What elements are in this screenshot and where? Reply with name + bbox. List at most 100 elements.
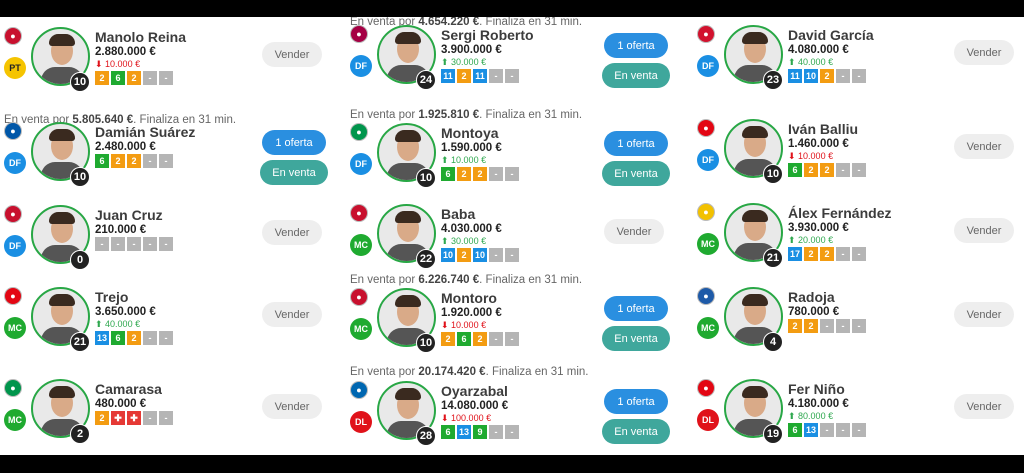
player-name[interactable]: Iván Balliu [788,121,858,137]
position-badge: MC [350,318,372,340]
avatar-hair [395,130,421,142]
sell-button[interactable]: Vender [262,302,322,327]
points-history: 22--- [788,319,866,333]
points-box: - [143,71,157,85]
points-box: - [143,331,157,345]
player-value: 4.080.000 € [788,44,849,56]
points-box: - [836,423,850,437]
points-history: 622-- [95,154,173,168]
points-box: 6 [95,154,109,168]
player-card[interactable]: ● DF 10 Montoya 1.590.000 € ⬆ 10.000 €6 2 2- -1 … [350,123,670,199]
player-value: 2.880.000 € [95,46,156,58]
player-card[interactable]: ● DF 23 David García 4.080.000 € ⬆ 40.000 € 11… [697,25,1017,101]
points-box: 2 [804,247,818,261]
points-history: 622-- [788,163,866,177]
player-name[interactable]: Montoro [441,290,497,306]
on-sale-button[interactable]: En venta [602,161,670,186]
points-history: 262-- [95,71,173,85]
player-name[interactable]: Manolo Reina [95,29,186,45]
position-badge: DF [4,152,26,174]
sell-button[interactable]: Vender [954,302,1014,327]
player-name[interactable]: Camarasa [95,381,162,397]
sell-button[interactable]: Vender [604,219,664,244]
points-history: 11 2 11- - [441,69,519,83]
position-badge: MC [697,317,719,339]
sell-button[interactable]: Vender [262,42,322,67]
player-number-badge: 10 [763,164,783,184]
player-value: 1.920.000 € [441,307,502,319]
value-change: ⬆ 20.000 € [788,235,834,245]
offer-button[interactable]: 1 oferta [262,130,326,155]
player-card[interactable]: ● MC 21 Álex Fernández 3.930.000 € ⬆ 20.000 €… [697,203,1017,279]
points-box: 2 [441,332,455,346]
player-card[interactable]: ● DF 24 Sergi Roberto 3.900.000 € ⬆ 30.000 € 1… [350,25,670,101]
player-card[interactable]: ● MC 22 Baba 4.030.000 € ⬆ 30.000 €10 2 10- - Ven… [350,204,670,280]
points-box: 10 [473,248,487,262]
player-number-badge: 4 [763,332,783,352]
on-sale-button[interactable]: En venta [602,63,670,88]
value-change: ⬆ 10.000 € [441,155,487,165]
player-number-badge: 0 [70,250,90,270]
player-card[interactable]: ● PT 10 Manolo Reina 2.880.000 € ⬇ 10.000 € 2 6… [4,27,324,103]
player-card[interactable]: ● MC 2 Camarasa 480.000 €2 ✚ ✚ - - Vender [4,379,324,455]
avatar-hair [742,126,768,138]
offer-button[interactable]: 1 oferta [604,389,668,414]
player-number-badge: 23 [763,70,783,90]
player-card[interactable]: ● MC 21 Trejo 3.650.000 € ⬆ 40.000 €13 6 2- - Ven… [4,287,324,363]
sell-button[interactable]: Vender [954,394,1014,419]
player-number-badge: 10 [70,72,90,92]
position-badge: DL [697,409,719,431]
player-card[interactable]: ● DL 19 Fer Niño 4.180.000 € ⬆ 80.000 €6 13- - -… [697,379,1017,455]
player-card[interactable]: ● DL 28 Oyarzabal 14.080.000 € ⬇ 100.000 € 6 13… [350,381,670,455]
points-box: 2 [473,167,487,181]
player-name[interactable]: Álex Fernández [788,205,891,221]
player-card[interactable]: ● DF 10 Iván Balliu 1.460.000 € ⬇ 10.000 €6 2 2… [697,119,1017,195]
player-name[interactable]: Oyarzabal [441,383,508,399]
points-box: 2 [820,247,834,261]
avatar-hair [49,129,75,141]
sell-button[interactable]: Vender [954,40,1014,65]
player-value: 3.900.000 € [441,44,502,56]
player-card[interactable]: ● MC 10 Montoro 1.920.000 € ⬇ 10.000 €2 6 2- -1 … [350,288,670,364]
avatar-hair [49,386,75,398]
player-card[interactable]: ● MC 4 Radoja 780.000 €2 2- - - Vender [697,287,1017,363]
sell-button[interactable]: Vender [262,220,322,245]
team-crest-icon: ● [4,287,22,305]
sell-button[interactable]: Vender [954,218,1014,243]
player-name[interactable]: Trejo [95,289,128,305]
team-crest-icon: ● [697,203,715,221]
points-box: 17 [788,247,802,261]
points-box: 13 [457,425,471,439]
points-box: - [159,331,173,345]
points-box: 2 [457,167,471,181]
player-name[interactable]: Damián Suárez [95,124,195,140]
player-number-badge: 22 [416,249,436,269]
offer-button[interactable]: 1 oferta [604,131,668,156]
player-name[interactable]: Radoja [788,289,835,305]
player-name[interactable]: Juan Cruz [95,207,163,223]
points-box: 2 [127,154,141,168]
avatar-hair [742,32,768,44]
on-sale-button[interactable]: En venta [602,326,670,351]
on-sale-button[interactable]: En venta [260,160,328,185]
points-history: 622-- [441,167,519,181]
points-history: 13 6 2- - [95,331,173,345]
offer-button[interactable]: 1 oferta [604,33,668,58]
points-box: 2 [820,69,834,83]
player-name[interactable]: David García [788,27,874,43]
offer-button[interactable]: 1 oferta [604,296,668,321]
player-card[interactable]: ● DF 0 Juan Cruz 210.000 € - - - - - Vender [4,205,324,281]
player-name[interactable]: Baba [441,206,475,222]
on-sale-button[interactable]: En venta [602,419,670,444]
points-box: 10 [804,69,818,83]
points-box: - [127,237,141,251]
sell-button[interactable]: Vender [954,134,1014,159]
points-box: 6 [441,167,455,181]
player-name[interactable]: Fer Niño [788,381,845,397]
points-box: - [852,319,866,333]
player-card[interactable]: ● DF 10 Damián Suárez 2.480.000 €6 2 2- -1 ofer… [4,122,328,198]
player-name[interactable]: Sergi Roberto [441,27,534,43]
player-name[interactable]: Montoya [441,125,499,141]
sell-button[interactable]: Vender [262,394,322,419]
avatar-hair [395,211,421,223]
